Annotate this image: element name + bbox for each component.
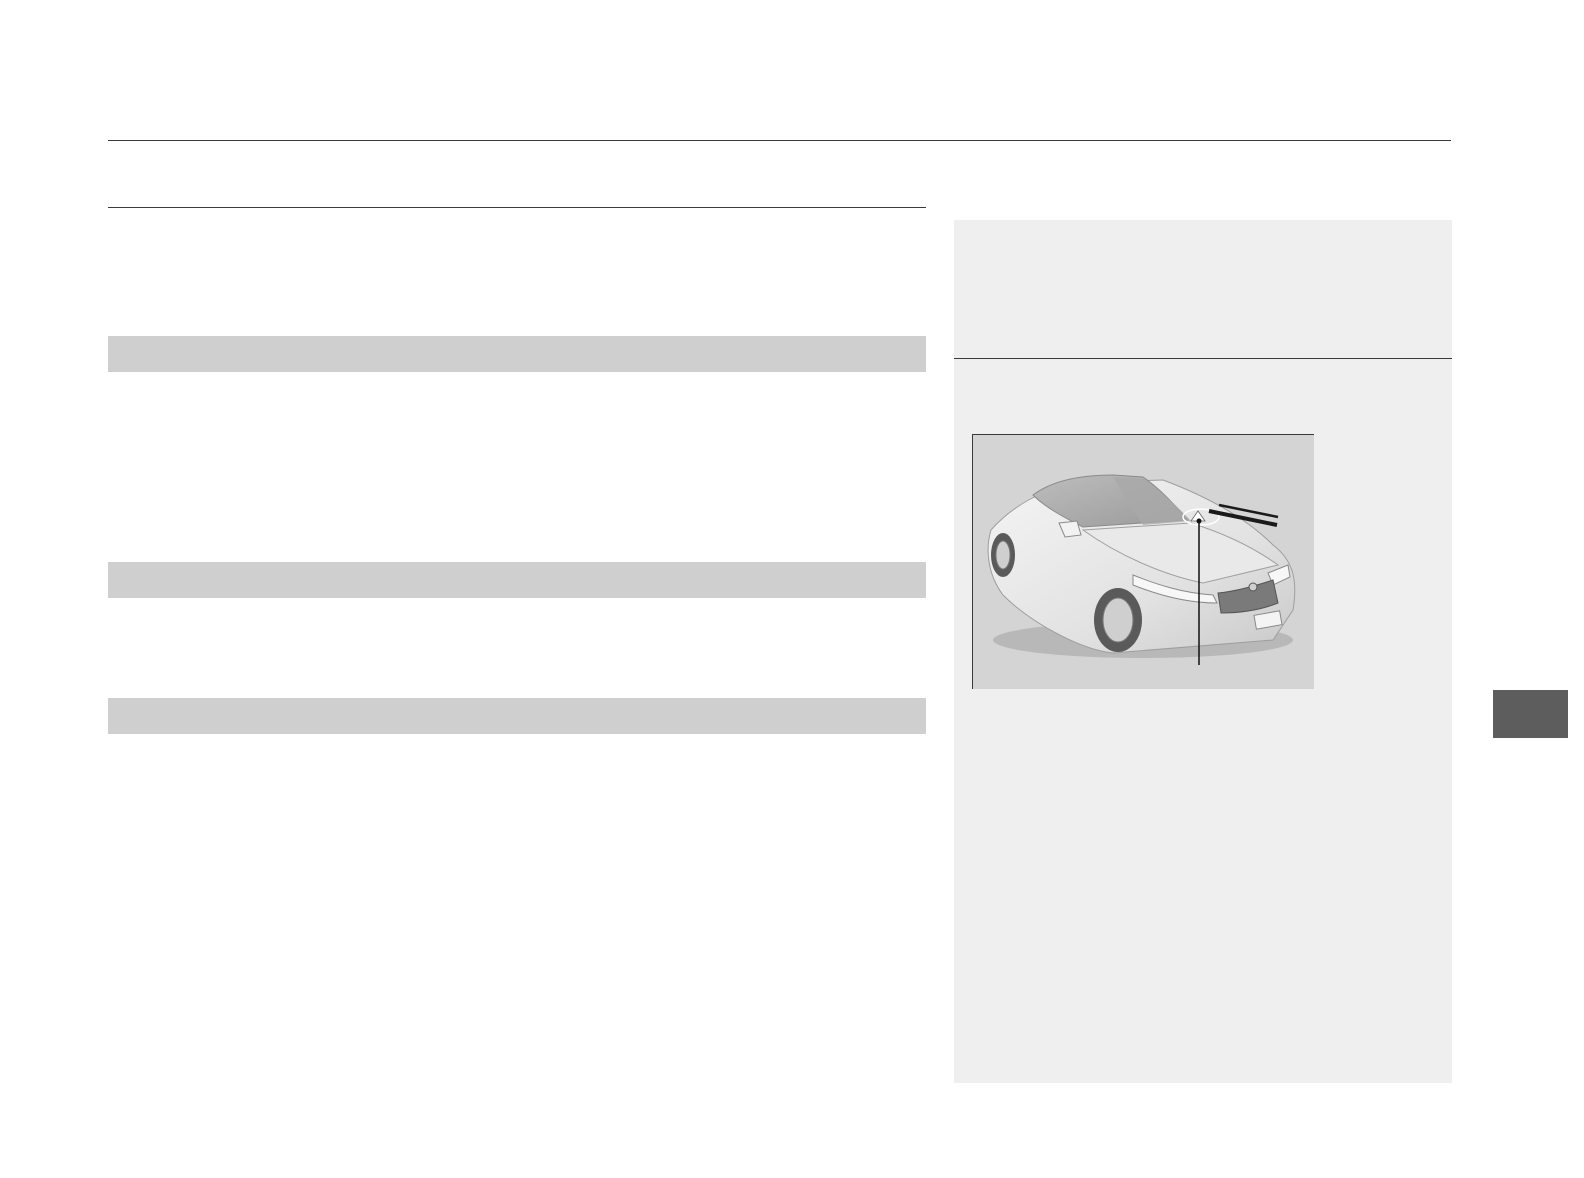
- section-title-rule: [108, 207, 926, 208]
- front-rim: [1102, 597, 1134, 643]
- header-rule: [108, 140, 1451, 141]
- car-illustration-icon: [987, 474, 1296, 665]
- callout-dot: [1196, 518, 1202, 524]
- section-heading-bar-1: [108, 336, 926, 372]
- section-heading-bar-2: [108, 562, 926, 598]
- rear-rim: [995, 540, 1011, 570]
- sidebar-divider: [954, 358, 1452, 359]
- section-heading-bar-3: [108, 698, 926, 734]
- chapter-side-tab: [1493, 690, 1568, 738]
- emblem: [1248, 582, 1258, 592]
- car-illustration-figure: [972, 434, 1314, 689]
